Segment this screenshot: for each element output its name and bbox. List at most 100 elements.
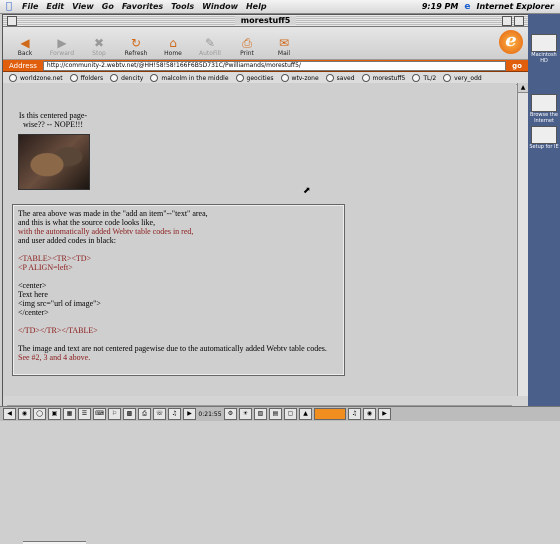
print-button[interactable]: ⎙ Print xyxy=(231,36,263,59)
menu-view[interactable]: View xyxy=(68,2,98,11)
control-strip: ◀ ◉ ◯ ▣ ▦ ☰ ⌨ ⚐ ▩ ⎙ ☏ ♫ ▶ 0:21:55 ⚙ ☀ ▧ … xyxy=(0,406,560,421)
extensions-icon[interactable]: ▧ xyxy=(254,408,267,420)
menubar-clock[interactable]: 9:19 PM xyxy=(422,2,459,11)
highlighted-strip-item[interactable] xyxy=(314,408,346,420)
cd-icon[interactable]: ◯ xyxy=(33,408,46,420)
energy-saver-icon[interactable]: ☀ xyxy=(239,408,252,420)
color-depth-icon[interactable]: ▦ xyxy=(63,408,76,420)
mail-label: Mail xyxy=(277,50,291,57)
sound-icon[interactable]: ♫ xyxy=(168,408,181,420)
forward-arrow-icon: ▶ xyxy=(57,36,67,50)
printer-icon[interactable]: ⎙ xyxy=(138,408,151,420)
ie-app-icon: e xyxy=(464,1,471,12)
hard-disk-toolkit-icon[interactable]: ▢ xyxy=(284,408,297,420)
application-menu[interactable]: Internet Explorer xyxy=(476,2,554,11)
favorite-item[interactable]: malcolm in the middle xyxy=(150,74,229,82)
volume-icon[interactable]: ♫ xyxy=(348,408,361,420)
globe-icon xyxy=(325,74,334,82)
zoom-box-icon[interactable] xyxy=(502,16,512,26)
favorite-item[interactable]: worldzone.net xyxy=(9,74,63,82)
box-text: The area above was made in the "add an i… xyxy=(18,209,208,218)
files-icon[interactable]: ▤ xyxy=(269,408,282,420)
favorite-item[interactable]: very_odd xyxy=(443,74,482,82)
menu-go[interactable]: Go xyxy=(98,2,118,11)
globe-icon xyxy=(110,74,119,82)
collapse-box-icon[interactable] xyxy=(514,16,524,26)
apple-menu-icon[interactable]:  xyxy=(0,1,18,12)
scroll-up-icon[interactable]: ▲ xyxy=(518,83,528,93)
mail-icon: ✉ xyxy=(278,36,290,50)
forward-button[interactable]: ▶ Forward xyxy=(46,36,78,59)
code-line: <img src="url of image"> xyxy=(18,299,101,308)
favorite-label: wtv-zone xyxy=(291,74,319,82)
globe-icon xyxy=(412,74,421,82)
window-titlebar[interactable]: morestuff5 xyxy=(3,15,528,27)
favorite-item[interactable]: ffolders xyxy=(69,74,104,82)
refresh-icon: ↻ xyxy=(130,36,142,50)
print-icon: ⎙ xyxy=(242,36,252,50)
internet-icon[interactable] xyxy=(531,94,557,112)
home-button[interactable]: ⌂ Home xyxy=(157,36,189,59)
airport-icon[interactable]: ▲ xyxy=(299,408,312,420)
globe-icon xyxy=(9,74,17,82)
hard-disk-icon[interactable] xyxy=(531,34,557,52)
setup-icon[interactable] xyxy=(531,126,557,144)
close-box-icon[interactable] xyxy=(7,16,17,26)
favorite-item[interactable]: TL/2 xyxy=(412,74,436,82)
file-sharing-icon[interactable]: ☰ xyxy=(78,408,91,420)
web-sharing-icon[interactable]: ⚙ xyxy=(224,408,237,420)
menu-file[interactable]: File xyxy=(18,2,42,11)
strip-end-icon[interactable]: ▶ xyxy=(378,408,391,420)
favorite-item[interactable]: dencity xyxy=(110,74,143,82)
menu-window[interactable]: Window xyxy=(198,2,242,11)
menu-edit[interactable]: Edit xyxy=(42,2,68,11)
menu-favorites[interactable]: Favorites xyxy=(118,2,167,11)
browser-window: morestuff5 ◀ Back ▶ Forward ✖ Stop ↻ Ref… xyxy=(2,14,529,544)
refresh-button[interactable]: ↻ Refresh xyxy=(120,36,152,59)
stop-button[interactable]: ✖ Stop xyxy=(83,36,115,59)
favorite-label: malcolm in the middle xyxy=(161,74,229,82)
autofill-button[interactable]: ✎ AutoFill xyxy=(194,36,226,59)
mail-button[interactable]: ✉ Mail xyxy=(268,36,300,59)
back-label: Back xyxy=(17,50,33,57)
favorite-item[interactable]: saved xyxy=(325,74,355,82)
desktop-icon-label: Browse the Internet xyxy=(529,112,558,124)
print-label: Print xyxy=(240,50,254,57)
speech-icon[interactable]: ▶ xyxy=(183,408,196,420)
menu-help[interactable]: Help xyxy=(242,2,271,11)
favorite-label: geocities xyxy=(246,74,274,82)
appletalk-icon[interactable]: ◉ xyxy=(18,408,31,420)
box-text: and this is what the source code looks l… xyxy=(18,218,156,227)
monitor-icon[interactable]: ▣ xyxy=(48,408,61,420)
favorite-item[interactable]: geocities xyxy=(235,74,274,82)
stop-icon: ✖ xyxy=(93,36,105,50)
back-button[interactable]: ◀ Back xyxy=(9,36,41,59)
monitor-bit-depth-icon[interactable]: ▩ xyxy=(123,408,136,420)
code-line-red: <TABLE><TR><TD> xyxy=(18,254,92,263)
keyboard-icon[interactable]: ⌨ xyxy=(93,408,106,420)
box-text: The image and text are not centered page… xyxy=(18,344,327,353)
remote-access-icon[interactable]: ☏ xyxy=(153,408,166,420)
code-line: </center> xyxy=(18,308,49,317)
address-input[interactable]: http://community-2.webtv.net/@HH!58!58!1… xyxy=(42,60,506,71)
network-icon[interactable]: ◉ xyxy=(363,408,376,420)
strip-toggle-icon[interactable]: ◀ xyxy=(3,408,16,420)
menu-bar:  File Edit View Go Favorites Tools Wind… xyxy=(0,0,560,14)
go-button[interactable]: go xyxy=(506,62,528,70)
strip-clock[interactable]: 0:21:55 xyxy=(198,411,222,418)
autofill-label: AutoFill xyxy=(199,50,221,57)
favorite-item[interactable]: morestuff5 xyxy=(361,74,406,82)
favorite-label: morestuff5 xyxy=(372,74,406,82)
location-icon[interactable]: ⚐ xyxy=(108,408,121,420)
vertical-scrollbar[interactable]: ▲ xyxy=(517,83,528,396)
favorite-label: dencity xyxy=(121,74,144,82)
code-line: <center> xyxy=(18,281,47,290)
page-content: Is this centered page-wise?? -- NOPE!!! … xyxy=(3,83,516,544)
favorite-item[interactable]: wtv-zone xyxy=(280,74,319,82)
page-caption: Is this centered page-wise?? -- NOPE!!! xyxy=(18,111,88,129)
menu-tools[interactable]: Tools xyxy=(167,2,198,11)
favorite-label: ffolders xyxy=(80,74,104,82)
globe-icon xyxy=(361,74,370,82)
stop-label: Stop xyxy=(92,50,106,57)
box-text-red: with the automatically added Webtv table… xyxy=(18,227,194,236)
